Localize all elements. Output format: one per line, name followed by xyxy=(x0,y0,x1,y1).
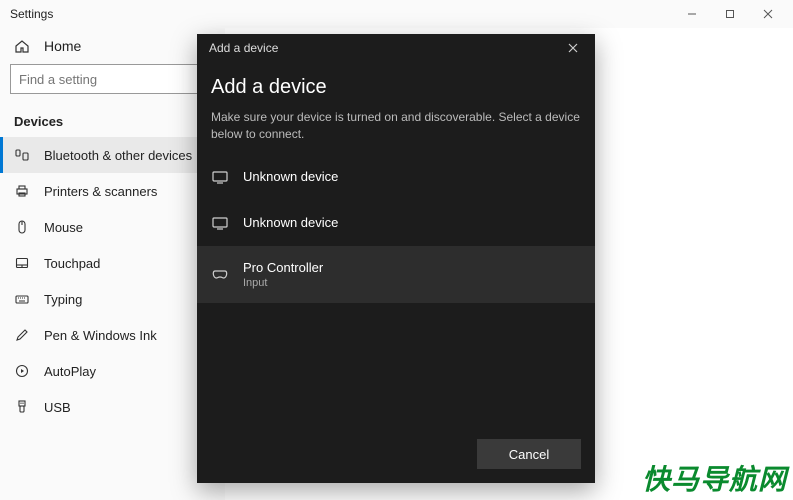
device-title: Unknown device xyxy=(243,215,338,230)
dialog-close-button[interactable] xyxy=(555,34,591,62)
dialog-titlebar-label: Add a device xyxy=(209,41,278,55)
device-title: Pro Controller xyxy=(243,260,323,275)
gamepad-icon xyxy=(211,265,229,283)
search-wrap xyxy=(0,64,225,104)
sidebar-item-label: AutoPlay xyxy=(44,364,96,379)
dialog-body: Add a device Make sure your device is tu… xyxy=(197,62,595,429)
titlebar: Settings xyxy=(0,0,793,28)
device-subtitle: Input xyxy=(243,277,323,289)
sidebar-item-label: Pen & Windows Ink xyxy=(44,328,157,343)
sidebar-section-label: Devices xyxy=(0,104,225,137)
sidebar-item-label: Typing xyxy=(44,292,82,307)
device-item-unknown[interactable]: Unknown device xyxy=(197,154,595,200)
device-title: Unknown device xyxy=(243,169,338,184)
sidebar-item-label: Touchpad xyxy=(44,256,100,271)
sidebar-home[interactable]: Home xyxy=(0,28,225,64)
maximize-button[interactable] xyxy=(711,0,749,28)
printer-icon xyxy=(14,183,30,199)
sidebar-item-bluetooth[interactable]: Bluetooth & other devices xyxy=(0,137,225,173)
home-icon xyxy=(14,38,30,54)
touchpad-icon xyxy=(14,255,30,271)
add-device-dialog: Add a device Add a device Make sure your… xyxy=(197,34,595,483)
pen-icon xyxy=(14,327,30,343)
window-controls xyxy=(673,0,787,28)
sidebar-item-usb[interactable]: USB xyxy=(0,389,225,425)
bluetooth-icon xyxy=(14,147,30,163)
device-text: Unknown device xyxy=(243,215,338,230)
display-icon xyxy=(211,214,229,232)
cancel-button[interactable]: Cancel xyxy=(477,439,581,469)
sidebar-item-pen[interactable]: Pen & Windows Ink xyxy=(0,317,225,353)
usb-icon xyxy=(14,399,30,415)
search-input[interactable] xyxy=(10,64,215,94)
sidebar-item-typing[interactable]: Typing xyxy=(0,281,225,317)
sidebar-home-label: Home xyxy=(44,38,81,54)
dialog-titlebar: Add a device xyxy=(197,34,595,62)
dialog-heading: Add a device xyxy=(211,76,581,99)
sidebar-nav: Bluetooth & other devices Printers & sca… xyxy=(0,137,225,425)
sidebar: Home Devices Bluetooth & other devices P… xyxy=(0,28,225,500)
close-button[interactable] xyxy=(749,0,787,28)
device-list: Unknown device Unknown device Pro Contro… xyxy=(197,154,595,303)
keyboard-icon xyxy=(14,291,30,307)
sidebar-item-label: Mouse xyxy=(44,220,83,235)
sidebar-item-label: Printers & scanners xyxy=(44,184,157,199)
device-item-pro-controller[interactable]: Pro Controller Input xyxy=(197,246,595,303)
autoplay-icon xyxy=(14,363,30,379)
sidebar-item-autoplay[interactable]: AutoPlay xyxy=(0,353,225,389)
device-text: Pro Controller Input xyxy=(243,260,323,289)
sidebar-item-mouse[interactable]: Mouse xyxy=(0,209,225,245)
mouse-icon xyxy=(14,219,30,235)
device-text: Unknown device xyxy=(243,169,338,184)
minimize-button[interactable] xyxy=(673,0,711,28)
dialog-subtext: Make sure your device is turned on and d… xyxy=(211,109,581,144)
sidebar-item-touchpad[interactable]: Touchpad xyxy=(0,245,225,281)
sidebar-item-label: USB xyxy=(44,400,71,415)
sidebar-item-printers[interactable]: Printers & scanners xyxy=(0,173,225,209)
dialog-footer: Cancel xyxy=(197,429,595,483)
display-icon xyxy=(211,168,229,186)
sidebar-item-label: Bluetooth & other devices xyxy=(44,148,192,163)
device-item-unknown[interactable]: Unknown device xyxy=(197,200,595,246)
window-title: Settings xyxy=(10,7,53,21)
